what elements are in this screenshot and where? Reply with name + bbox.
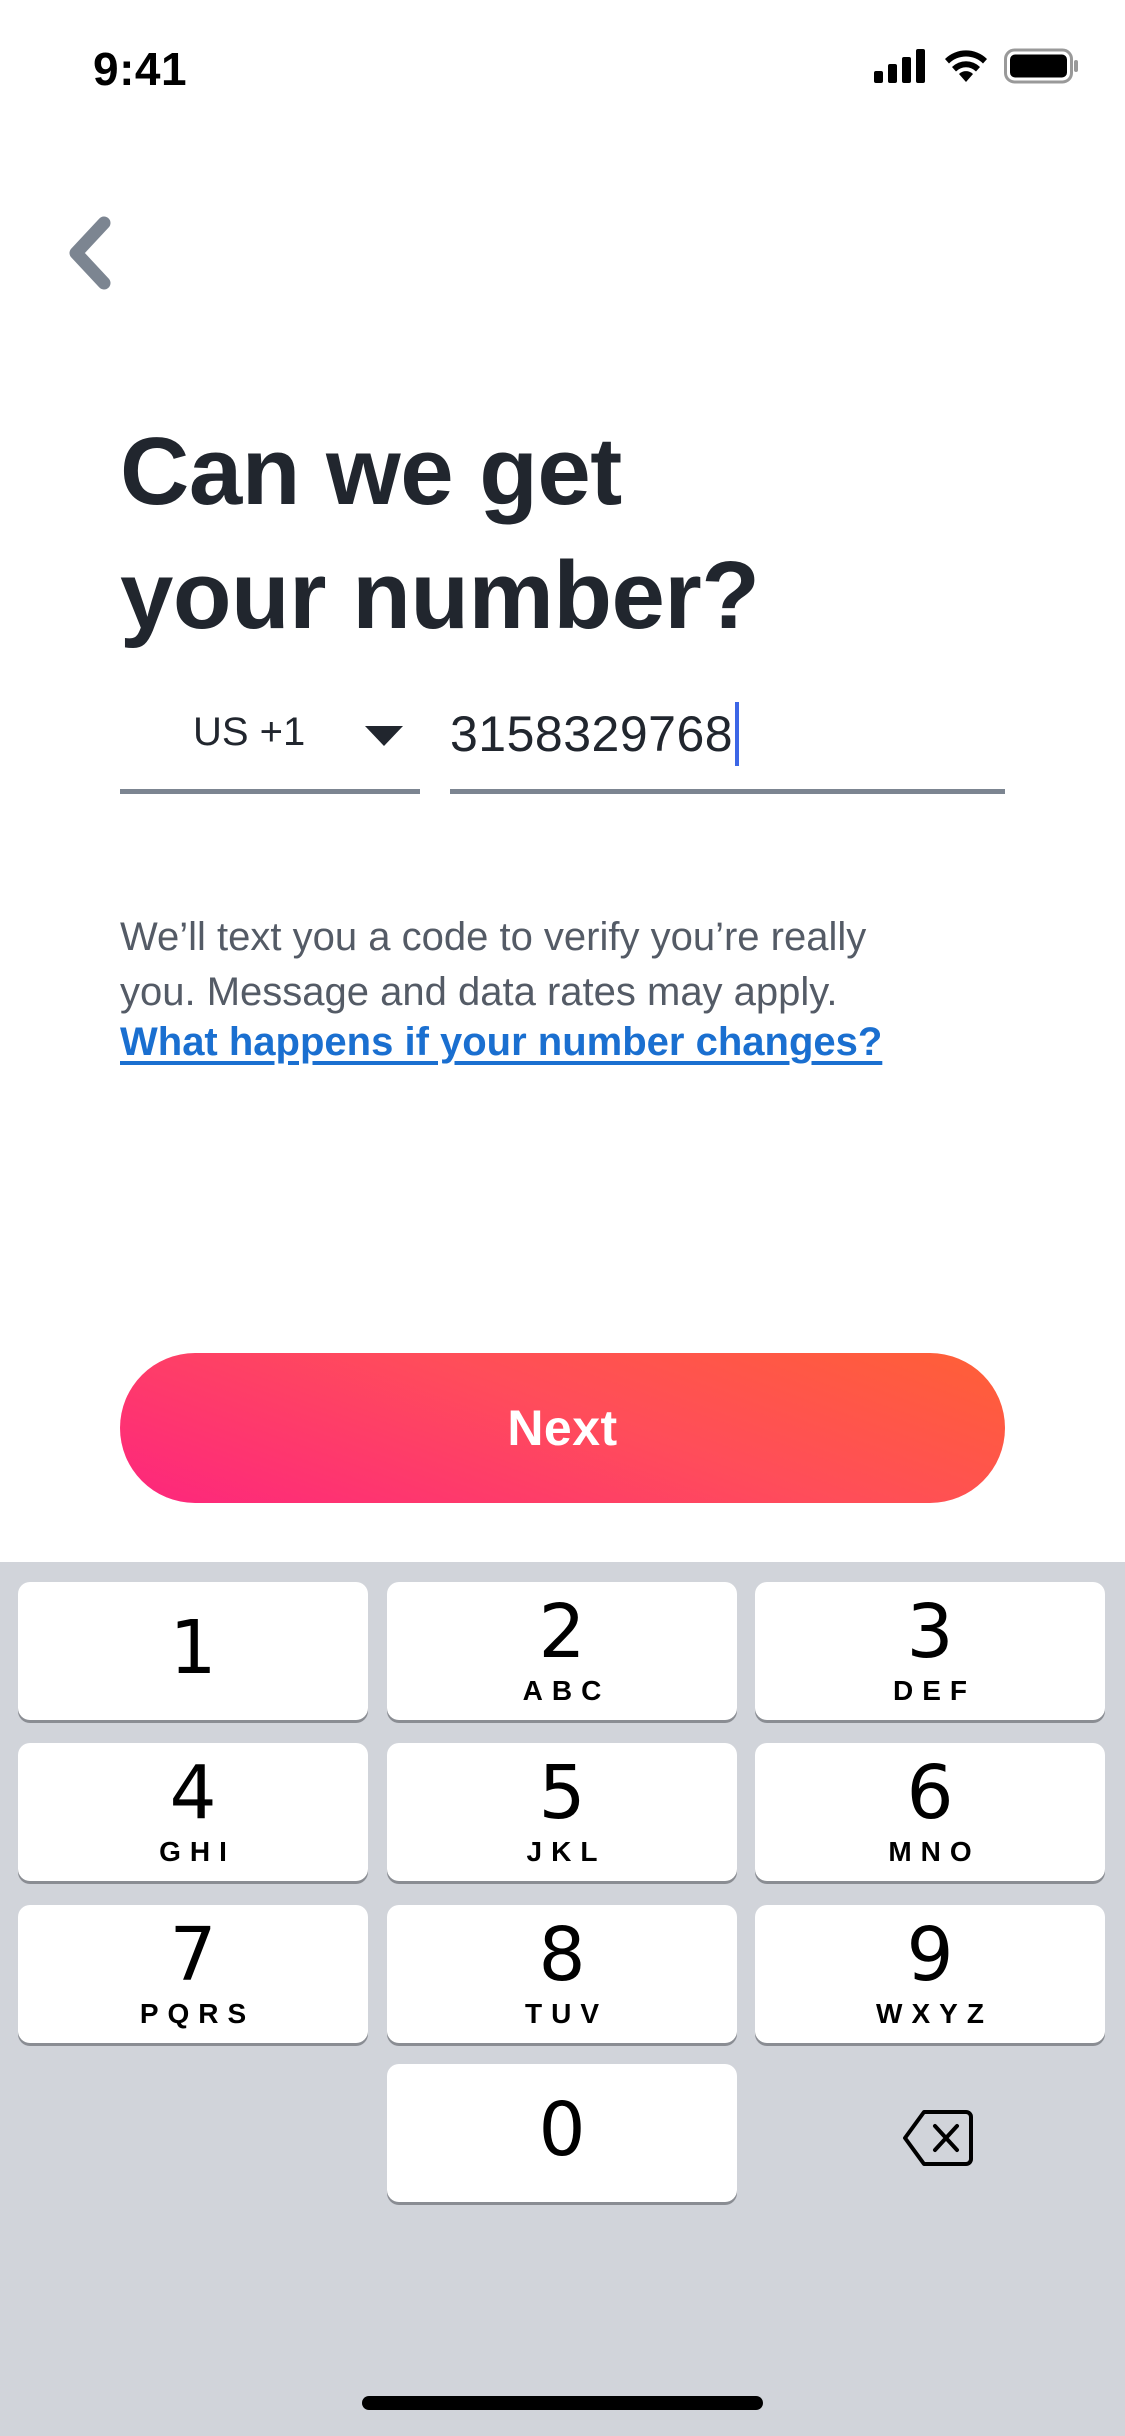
chevron-left-icon [64,215,116,296]
key-digit: 4 [169,1750,217,1836]
phone-number-value: 3158329768 [450,706,734,762]
title-line-2: your number? [120,542,760,649]
key-digit: 3 [906,1589,954,1675]
delete-key[interactable] [878,2090,998,2190]
key-letters: DEF [893,1675,976,1706]
caret-down-icon [365,726,403,753]
key-1[interactable]: 1 [18,1582,368,1720]
key-9[interactable]: 9 WXYZ [755,1905,1105,2043]
back-button[interactable] [50,210,130,300]
country-code-value: US +1 [193,710,306,754]
helper-text: We’ll text you a code to verify you’re r… [120,910,1000,1020]
key-3[interactable]: 3 DEF [755,1582,1105,1720]
key-digit: 5 [538,1750,586,1836]
numeric-keypad: 1 2 ABC 3 DEF 4 GHI 5 JKL 6 MNO 7 PQRS 8 TUV 9 WXYZ 0 [0,1562,1125,2436]
key-letters: WXYZ [876,1998,993,2029]
text-cursor [735,702,740,766]
status-time: 9:41 [93,43,188,95]
key-digit: 9 [906,1912,954,1998]
key-4[interactable]: 4 GHI [18,1743,368,1881]
key-letters: JKL [526,1836,607,1867]
number-changes-link[interactable]: What happens if your number changes? [120,1020,882,1065]
helper-text-line-1: We’ll text you a code to verify you’re r… [120,915,867,959]
key-digit: 7 [169,1912,217,1998]
next-button[interactable]: Next [120,1353,1005,1503]
page-title: Can we get your number? [120,410,1020,658]
key-digit: 6 [906,1750,954,1836]
country-code-select[interactable]: US +1 [120,690,420,794]
key-7[interactable]: 7 PQRS [18,1905,368,2043]
wifi-icon [942,48,990,89]
key-2[interactable]: 2 ABC [387,1582,737,1720]
key-digit: 8 [538,1912,586,1998]
key-digit: 0 [538,2087,586,2173]
phone-number-input[interactable]: 3158329768 [450,690,1005,794]
status-icons [874,48,1080,88]
status-bar: 9:41 [0,0,1125,132]
key-letters: ABC [522,1675,611,1706]
key-digit: 1 [169,1605,217,1691]
key-letters: GHI [159,1836,236,1867]
key-0[interactable]: 0 [387,2064,737,2202]
key-letters: PQRS [139,1998,256,2029]
title-line-1: Can we get [120,418,622,525]
key-8[interactable]: 8 TUV [387,1905,737,2043]
key-letters: MNO [888,1836,981,1867]
key-digit: 2 [538,1589,586,1675]
key-5[interactable]: 5 JKL [387,1743,737,1881]
home-indicator [362,2396,763,2410]
helper-text-line-2: you. Message and data rates may apply. [120,970,838,1014]
backspace-icon [902,2109,974,2172]
key-letters: TUV [525,1998,608,2029]
phone-number-screen: 9:41 Can we get your number? US +1 31583… [0,0,1125,2436]
battery-icon [1004,48,1080,89]
cellular-signal-icon [874,48,928,88]
key-6[interactable]: 6 MNO [755,1743,1105,1881]
